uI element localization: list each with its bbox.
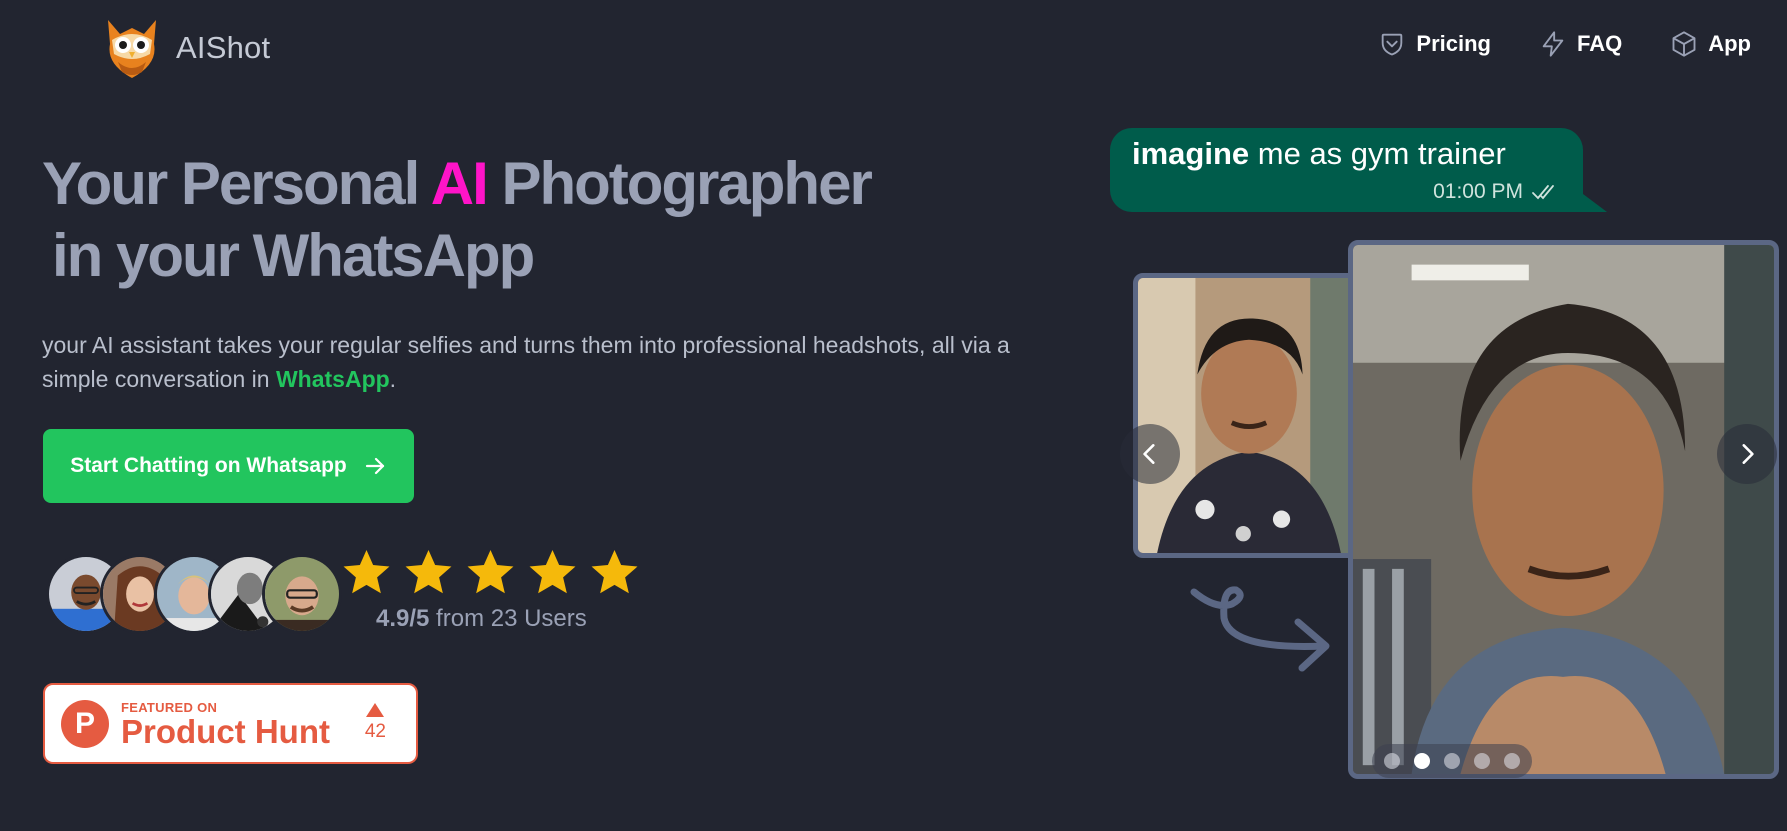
chat-time: 01:00 PM — [1433, 180, 1523, 203]
carousel-dots — [1372, 744, 1532, 778]
product-hunt-vote-count: 42 — [364, 721, 386, 742]
gym-trainer-photo — [1348, 240, 1779, 779]
rating-suffix: from 23 Users — [429, 605, 587, 632]
star-icon — [467, 549, 514, 594]
chat-meta: 01:00 PM — [1433, 180, 1557, 204]
star-icon — [343, 549, 390, 594]
curly-arrow-icon — [1190, 586, 1330, 672]
nav-app-label: App — [1708, 31, 1751, 56]
hero-title-line2: in your WhatsApp — [52, 222, 535, 289]
chat-message-bold: imagine — [1132, 136, 1250, 171]
star-icon — [591, 549, 638, 594]
chevron-left-icon — [1143, 444, 1155, 464]
chat-message: imagine me as gym trainer — [1132, 136, 1561, 172]
nav-pricing[interactable]: Pricing — [1378, 30, 1491, 58]
hero-subtitle: your AI assistant takes your regular sel… — [42, 328, 1052, 396]
brand-logo[interactable]: AIShot — [98, 14, 270, 82]
start-chatting-button[interactable]: Start Chatting on Whatsapp — [43, 429, 414, 503]
selfie-photo — [1133, 273, 1365, 558]
top-nav: Pricing FAQ App — [1378, 30, 1751, 58]
owl-logo-icon — [98, 14, 166, 82]
hero-title: Your Personal AI Photographer in your Wh… — [42, 148, 982, 292]
upvote-icon — [366, 703, 385, 717]
chat-message-rest: me as gym trainer — [1249, 136, 1506, 171]
product-hunt-badge[interactable]: P FEATURED ON Product Hunt 42 — [43, 683, 418, 764]
rating-text: 4.9/5 from 23 Users — [376, 605, 641, 633]
hero-title-ai: AI — [430, 150, 489, 217]
arrow-right-icon — [365, 457, 384, 475]
hero-title-part2: Photographer — [486, 150, 872, 217]
chevron-right-icon — [1742, 444, 1754, 464]
star-icon — [405, 549, 452, 594]
nav-faq[interactable]: FAQ — [1539, 30, 1622, 58]
carousel-prev-button[interactable] — [1120, 424, 1180, 484]
hero-subtitle-whatsapp: WhatsApp — [275, 366, 390, 392]
nav-pricing-label: Pricing — [1416, 31, 1491, 56]
hero-title-part1: Your Personal — [42, 150, 431, 217]
cta-label: Start Chatting on Whatsapp — [70, 454, 347, 477]
carousel-next-button[interactable] — [1717, 424, 1777, 484]
chat-bubble: imagine me as gym trainer 01:00 PM — [1110, 128, 1607, 212]
brand-name: AIShot — [176, 30, 271, 65]
carousel-dot[interactable] — [1384, 753, 1400, 769]
hero-subtitle-end: . — [389, 366, 397, 392]
product-hunt-name: Product Hunt — [121, 712, 330, 750]
product-hunt-logo-icon: P — [61, 699, 109, 748]
nav-faq-label: FAQ — [1577, 31, 1623, 56]
rating-value: 4.9/5 — [376, 605, 430, 632]
carousel-dot[interactable] — [1474, 753, 1490, 769]
carousel-dot[interactable] — [1504, 753, 1520, 769]
tag-icon — [1382, 33, 1403, 56]
product-hunt-votes: 42 — [365, 703, 386, 743]
user-avatars — [46, 554, 342, 634]
carousel-dot-active[interactable] — [1414, 753, 1430, 769]
hero-subtitle-text: your AI assistant takes your regular sel… — [42, 332, 1010, 392]
star-icon — [529, 549, 576, 594]
nav-app[interactable]: App — [1670, 30, 1751, 58]
avatar — [262, 554, 342, 634]
product-hunt-text: FEATURED ON Product Hunt — [121, 700, 330, 748]
cube-icon — [1672, 31, 1696, 57]
double-check-icon — [1532, 185, 1554, 200]
carousel-dot[interactable] — [1444, 753, 1460, 769]
star-rating — [340, 546, 641, 599]
rating: 4.9/5 from 23 Users — [340, 546, 641, 633]
lightning-icon — [1542, 31, 1564, 57]
